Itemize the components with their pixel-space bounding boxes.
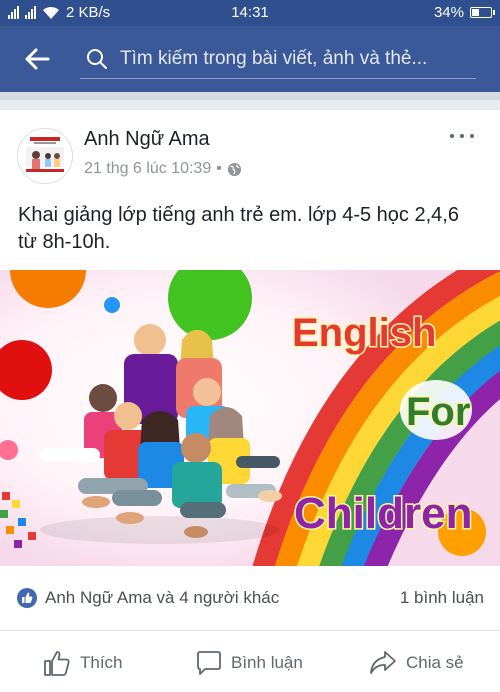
avatar[interactable] [17,128,73,184]
like-label: Thích [80,653,123,672]
image-text-children: Children [294,489,472,538]
post-card: Anh Ngữ Ama 21 thg 6 lúc 10:39 • Khai gi… [0,110,500,692]
clock: 14:31 [231,4,269,21]
post-stats: Anh Ngữ Ama và 4 người khác 1 bình luận [0,566,500,631]
search-box[interactable] [80,40,476,79]
post-image[interactable]: English For Children [0,270,500,566]
back-arrow-icon[interactable] [22,44,52,74]
search-header [0,26,500,92]
comment-icon [197,651,221,675]
meta-separator: • [216,160,222,177]
battery-icon [470,7,495,18]
globe-icon [227,162,241,176]
post-author[interactable]: Anh Ngữ Ama [84,128,210,151]
share-icon [370,651,396,674]
more-dot [460,134,464,138]
more-dot [470,134,474,138]
status-bar: 2 KB/s 14:31 34% [0,0,500,26]
battery-percent: 34% [433,4,464,21]
search-icon [87,49,107,69]
comment-label: Bình luận [231,653,303,672]
search-input[interactable] [118,47,476,71]
post-options-button[interactable] [450,128,474,144]
feed-divider [0,92,500,110]
image-text-english: English [292,311,436,355]
post-actions: Thích Bình luận Chia sẻ [0,631,500,692]
share-label: Chia sẻ [406,653,464,672]
post-meta: 21 thg 6 lúc 10:39 • [84,160,242,178]
post-text: Khai giảng lớp tiếng anh trẻ em. lớp 4-5… [18,204,459,253]
more-dot [450,134,454,138]
thumbs-up-icon [44,651,70,676]
image-text-for: For [406,390,470,434]
share-button[interactable]: Chia sẻ [368,649,464,677]
comments-count[interactable]: 1 bình luận [400,588,484,608]
like-reaction-icon [17,588,37,608]
status-right: 34% [433,4,495,21]
comment-button[interactable]: Bình luận [195,649,303,677]
likes-summary[interactable]: Anh Ngữ Ama và 4 người khác [45,588,279,608]
like-button[interactable]: Thích [42,649,123,677]
post-timestamp[interactable]: 21 thg 6 lúc 10:39 [84,160,211,178]
